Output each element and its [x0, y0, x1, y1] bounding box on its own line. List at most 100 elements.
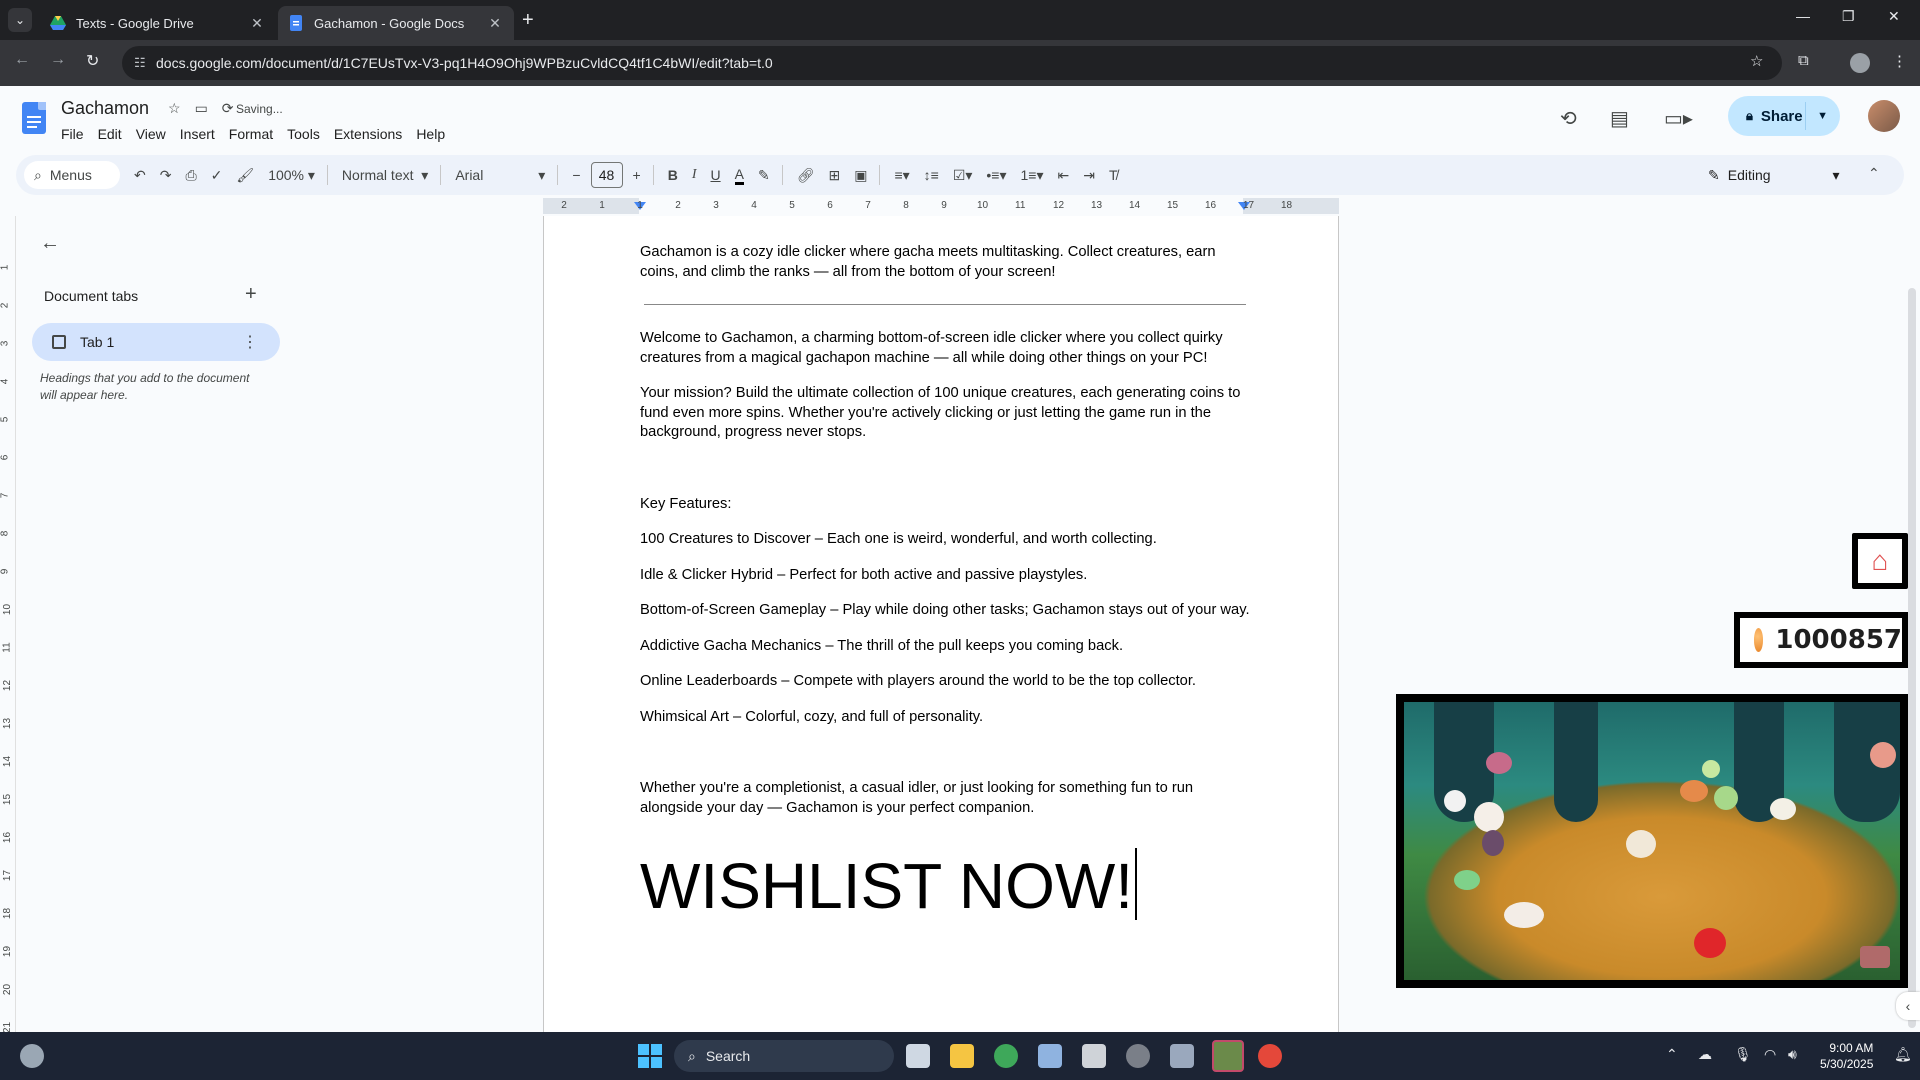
- search-menus-button[interactable]: ⌕ Menus: [24, 161, 120, 189]
- line-spacing-icon[interactable]: ↕≡: [924, 167, 939, 183]
- add-tab-icon[interactable]: +: [245, 283, 257, 306]
- creature[interactable]: [1870, 742, 1896, 768]
- menu-file[interactable]: File: [54, 124, 91, 144]
- highlight-icon[interactable]: ✎: [758, 167, 770, 184]
- checklist-icon[interactable]: ☑▾: [953, 167, 973, 184]
- task-view-icon[interactable]: [906, 1044, 930, 1068]
- menu-edit[interactable]: Edit: [91, 124, 129, 144]
- docs-logo-icon[interactable]: [22, 102, 46, 134]
- collapse-toolbar-icon[interactable]: ⌃: [1868, 165, 1880, 182]
- extensions-icon[interactable]: ⧉: [1798, 52, 1809, 69]
- font-select[interactable]: Arial ▾: [455, 167, 545, 184]
- increase-indent-icon[interactable]: ⇥: [1083, 167, 1095, 184]
- chrome-icon[interactable]: [1258, 1044, 1282, 1068]
- steam-icon[interactable]: [1038, 1044, 1062, 1068]
- tab-search-chevron-icon[interactable]: ⌄: [8, 8, 32, 32]
- taskbar-search[interactable]: ⌕ Search: [674, 1040, 894, 1072]
- menu-extensions[interactable]: Extensions: [327, 124, 409, 144]
- menu-view[interactable]: View: [129, 124, 173, 144]
- creature[interactable]: [1454, 870, 1480, 890]
- sidebar-item-tab-1[interactable]: Tab 1 ⋮: [32, 323, 280, 361]
- close-tab-icon[interactable]: ✕: [248, 15, 266, 32]
- spellcheck-icon[interactable]: ✓: [211, 167, 223, 184]
- decrease-indent-icon[interactable]: ⇤: [1057, 167, 1069, 184]
- restore-icon[interactable]: ❐: [1842, 8, 1855, 25]
- bulleted-list-icon[interactable]: •≡▾: [986, 167, 1006, 184]
- start-button[interactable]: [638, 1044, 662, 1068]
- font-size-input[interactable]: 48: [590, 162, 623, 188]
- bookmark-star-icon[interactable]: ☆: [1750, 52, 1763, 70]
- file-explorer-icon[interactable]: [950, 1044, 974, 1068]
- browser-menu-icon[interactable]: ⋮: [1892, 52, 1907, 70]
- increase-font-size-icon[interactable]: +: [633, 167, 641, 183]
- creature[interactable]: [1702, 760, 1720, 778]
- back-icon[interactable]: ←: [14, 51, 30, 69]
- app-icon[interactable]: [1126, 1044, 1150, 1068]
- chevron-down-icon[interactable]: ▼: [1817, 110, 1828, 122]
- wifi-icon[interactable]: ◠: [1764, 1046, 1776, 1063]
- insert-link-icon[interactable]: 🔗︎: [797, 167, 815, 184]
- show-hidden-icons-icon[interactable]: ⌃: [1666, 1046, 1678, 1063]
- bold-icon[interactable]: B: [668, 167, 678, 183]
- text-color-icon[interactable]: A: [734, 166, 744, 185]
- site-info-icon[interactable]: ☷: [134, 55, 146, 71]
- game-scene[interactable]: [1404, 702, 1900, 980]
- move-folder-icon[interactable]: ▭: [195, 100, 208, 117]
- system-clock[interactable]: 9:00 AM 5/30/2025: [1820, 1040, 1873, 1072]
- creature[interactable]: [1504, 902, 1544, 928]
- profile-avatar[interactable]: [1850, 53, 1870, 73]
- creature[interactable]: [1486, 752, 1512, 774]
- creature[interactable]: [1626, 830, 1656, 858]
- creature[interactable]: [1680, 780, 1708, 802]
- notifications-icon[interactable]: 🔔︎: [1894, 1046, 1912, 1063]
- onedrive-icon[interactable]: ☁: [1698, 1046, 1712, 1063]
- undo-icon[interactable]: ↶: [134, 167, 146, 184]
- comments-icon[interactable]: ▤: [1610, 106, 1629, 131]
- horizontal-ruler[interactable]: 2 1 1 2 3 4 5 6 7 8 9 10 11 12 13 14 15 16 17 18: [543, 198, 1339, 214]
- reload-icon[interactable]: ↻: [86, 51, 99, 71]
- chrome-canary-icon[interactable]: [994, 1044, 1018, 1068]
- style-select[interactable]: Normal text ▾: [342, 167, 428, 184]
- new-tab-icon[interactable]: +: [522, 9, 534, 32]
- editing-mode-select[interactable]: ✎ Editing ▾: [1708, 155, 1840, 195]
- menu-help[interactable]: Help: [409, 124, 452, 144]
- document-body[interactable]: Gachamon is a cozy idle clicker where ga…: [640, 243, 1250, 924]
- align-icon[interactable]: ≡▾: [894, 167, 909, 184]
- url-input[interactable]: ☷ docs.google.com/document/d/1C7EUsTvx-V…: [122, 46, 1782, 80]
- more-options-icon[interactable]: ⋮: [242, 332, 258, 352]
- creature[interactable]: [1482, 830, 1504, 856]
- decrease-font-size-icon[interactable]: −: [572, 167, 580, 183]
- menu-format[interactable]: Format: [222, 124, 280, 144]
- close-tab-icon[interactable]: ✕: [486, 15, 504, 32]
- browser-tab-drive[interactable]: Texts - Google Drive ✕: [40, 6, 276, 40]
- add-comment-icon[interactable]: ⊞: [828, 167, 840, 184]
- print-icon[interactable]: ⎙: [185, 167, 196, 184]
- menu-insert[interactable]: Insert: [173, 124, 222, 144]
- underline-icon[interactable]: U: [710, 167, 720, 183]
- close-outline-arrow-icon[interactable]: ←: [40, 232, 60, 255]
- share-button[interactable]: 🔒︎ Share ▼: [1728, 96, 1840, 136]
- creature[interactable]: [1444, 790, 1466, 812]
- paint-format-icon[interactable]: 🖌︎: [236, 167, 254, 184]
- browser-tab-docs[interactable]: Gachamon - Google Docs ✕: [278, 6, 514, 40]
- close-window-icon[interactable]: ✕: [1888, 8, 1900, 25]
- document-page[interactable]: Gachamon is a cozy idle clicker where ga…: [543, 216, 1339, 1032]
- microphone-icon[interactable]: 🎙︎: [1734, 1046, 1752, 1063]
- document-title[interactable]: Gachamon: [61, 98, 149, 119]
- minimize-icon[interactable]: —: [1796, 8, 1810, 24]
- star-icon[interactable]: ☆: [168, 100, 181, 117]
- insert-image-icon[interactable]: ▣: [854, 167, 867, 184]
- game-home-button[interactable]: ⌂: [1852, 533, 1908, 589]
- gachamon-app-icon[interactable]: [1212, 1040, 1244, 1072]
- menu-tools[interactable]: Tools: [280, 124, 327, 144]
- document-scrollbar[interactable]: [1908, 288, 1916, 1028]
- settings-icon[interactable]: [1170, 1044, 1194, 1068]
- zoom-select[interactable]: 100% ▾: [268, 167, 315, 184]
- creature[interactable]: [1714, 786, 1738, 810]
- volume-icon[interactable]: 🔊︎: [1788, 1046, 1797, 1063]
- creature[interactable]: [1474, 802, 1504, 832]
- weather-icon[interactable]: [20, 1044, 44, 1068]
- clear-formatting-icon[interactable]: T̸: [1109, 167, 1118, 183]
- treasure-chest[interactable]: [1860, 946, 1890, 968]
- redo-icon[interactable]: ↷: [160, 167, 172, 184]
